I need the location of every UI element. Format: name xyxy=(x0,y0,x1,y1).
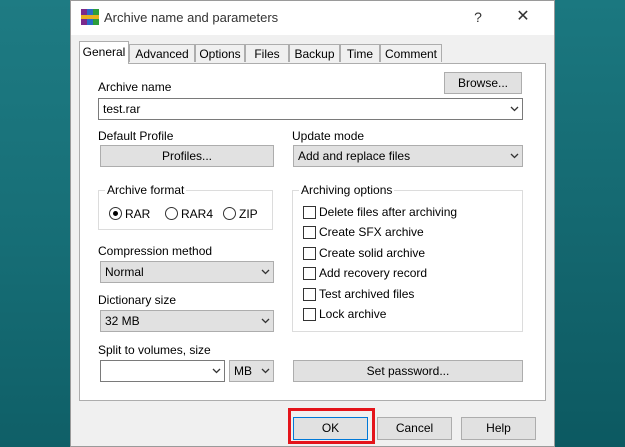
radio-rar4-indicator xyxy=(165,207,178,220)
window-title: Archive name and parameters xyxy=(104,10,279,25)
checkbox-create-sfx[interactable]: Create SFX archive xyxy=(303,224,503,240)
archiving-options-group: Archiving options Delete files after arc… xyxy=(292,183,523,332)
chevron-down-icon xyxy=(510,151,519,159)
archive-name-label: Archive name xyxy=(98,80,172,94)
checkbox-label: Delete files after archiving xyxy=(319,205,458,219)
radio-zip-indicator xyxy=(223,207,236,220)
question-icon[interactable]: ? xyxy=(467,6,489,28)
checkbox-indicator xyxy=(303,308,316,321)
compression-method-label: Compression method xyxy=(98,244,213,258)
tab-advanced[interactable]: Advanced xyxy=(129,44,195,62)
split-volumes-combobox[interactable] xyxy=(100,360,225,382)
desktop-background-right xyxy=(555,0,625,447)
checkbox-indicator xyxy=(303,288,316,301)
winrar-app-icon xyxy=(81,9,99,25)
checkbox-add-recovery[interactable]: Add recovery record xyxy=(303,265,503,281)
update-mode-label: Update mode xyxy=(292,129,365,143)
archive-dialog: Archive name and parameters ? ✕ General … xyxy=(70,0,555,447)
ok-button-highlight xyxy=(288,408,375,444)
checkbox-lock-archive[interactable]: Lock archive xyxy=(303,306,503,322)
split-unit-value: MB xyxy=(234,364,252,378)
checkbox-label: Lock archive xyxy=(319,307,387,321)
checkbox-indicator xyxy=(303,226,316,239)
checkbox-label: Create solid archive xyxy=(319,246,426,260)
tab-options[interactable]: Options xyxy=(195,44,245,62)
archive-format-label: Archive format xyxy=(105,183,187,197)
desktop-background-left xyxy=(0,0,70,447)
radio-rar[interactable]: RAR xyxy=(109,206,153,222)
checkbox-indicator xyxy=(303,206,316,219)
radio-rar-label: RAR xyxy=(125,207,151,221)
radio-rar4[interactable]: RAR4 xyxy=(165,206,215,222)
compression-method-select[interactable]: Normal xyxy=(100,261,274,283)
update-mode-select[interactable]: Add and replace files xyxy=(293,145,523,167)
update-mode-value: Add and replace files xyxy=(298,149,411,163)
radio-rar4-label: RAR4 xyxy=(181,207,214,221)
tab-general[interactable]: General xyxy=(79,41,129,64)
archive-name-combobox[interactable]: test.rar xyxy=(98,98,523,120)
archiving-options-label: Archiving options xyxy=(299,183,395,197)
chevron-down-icon xyxy=(261,366,270,374)
chevron-down-icon xyxy=(261,316,270,324)
checkbox-test-archived[interactable]: Test archived files xyxy=(303,286,503,302)
radio-rar-indicator xyxy=(109,207,122,220)
split-unit-select[interactable]: MB xyxy=(229,360,274,382)
tab-files[interactable]: Files xyxy=(245,44,289,62)
dictionary-size-select[interactable]: 32 MB xyxy=(100,310,274,332)
chevron-down-icon xyxy=(212,366,221,374)
compression-method-value: Normal xyxy=(105,265,144,279)
archive-name-value: test.rar xyxy=(103,102,141,116)
checkbox-indicator xyxy=(303,247,316,260)
archive-format-group: Archive format RAR RAR4 ZIP xyxy=(98,183,273,230)
close-icon[interactable]: ✕ xyxy=(512,6,534,28)
radio-zip[interactable]: ZIP xyxy=(223,206,263,222)
chevron-down-icon xyxy=(510,104,519,112)
checkbox-create-solid[interactable]: Create solid archive xyxy=(303,245,503,261)
split-volumes-label: Split to volumes, size xyxy=(98,343,211,357)
cancel-button[interactable]: Cancel xyxy=(377,417,452,440)
checkbox-delete-files[interactable]: Delete files after archiving xyxy=(303,204,503,220)
title-bar: Archive name and parameters ? ✕ xyxy=(71,1,554,35)
browse-button[interactable]: Browse... xyxy=(444,72,522,94)
help-button[interactable]: Help xyxy=(461,417,536,440)
tab-backup[interactable]: Backup xyxy=(289,44,340,62)
set-password-button[interactable]: Set password... xyxy=(293,360,523,382)
checkbox-label: Test archived files xyxy=(319,287,415,301)
tab-time[interactable]: Time xyxy=(340,44,380,62)
radio-zip-label: ZIP xyxy=(239,207,258,221)
checkbox-label: Create SFX archive xyxy=(319,225,424,239)
tab-comment[interactable]: Comment xyxy=(380,44,442,62)
dictionary-size-value: 32 MB xyxy=(105,314,140,328)
default-profile-label: Default Profile xyxy=(98,129,174,143)
dictionary-size-label: Dictionary size xyxy=(98,293,177,307)
chevron-down-icon xyxy=(261,267,270,275)
general-tab-panel: Archive name Browse... test.rar Default … xyxy=(79,63,546,401)
checkbox-indicator xyxy=(303,267,316,280)
profiles-button[interactable]: Profiles... xyxy=(100,145,274,167)
checkbox-label: Add recovery record xyxy=(319,266,428,280)
